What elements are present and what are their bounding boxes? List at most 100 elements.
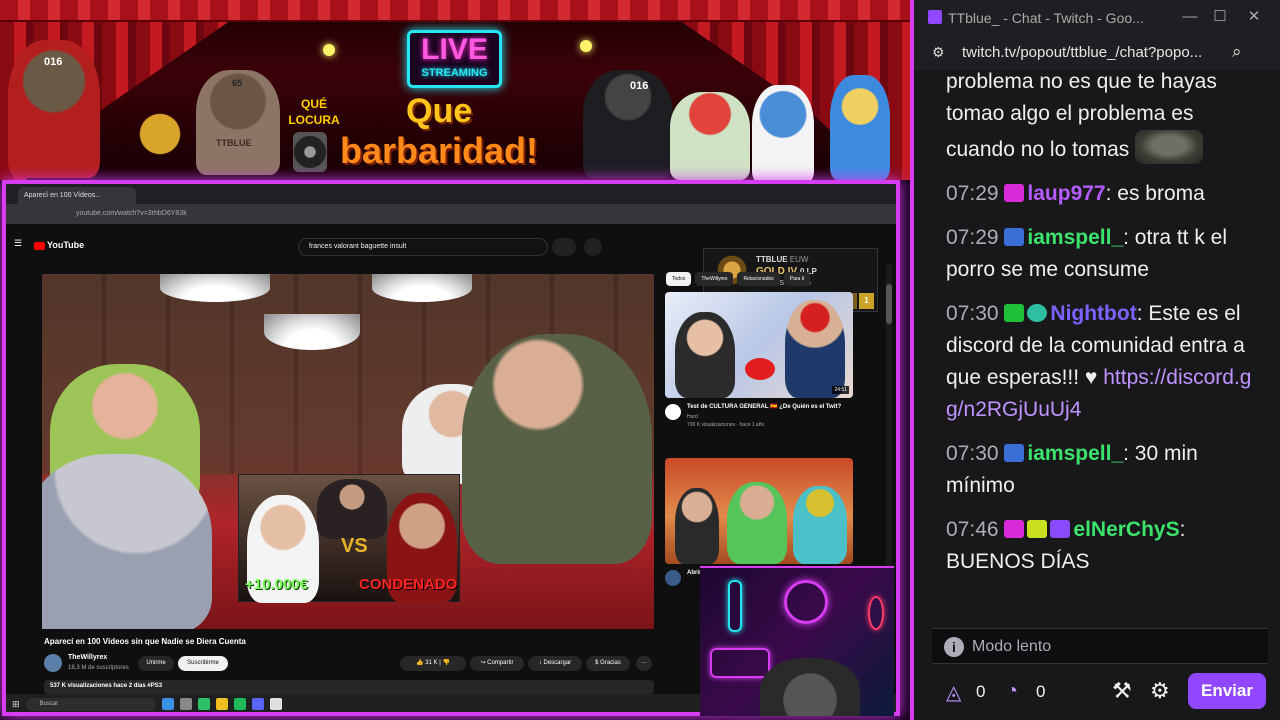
minimize-icon[interactable]: — (1176, 6, 1204, 28)
download-button[interactable]: ↓ Descargar (528, 656, 582, 671)
popup-url[interactable]: twitch.tv/popout/ttblue_/chat?popo... (962, 44, 1202, 61)
taskbar-search[interactable]: Buscar (25, 697, 156, 711)
more-button[interactable]: ··· (636, 656, 652, 671)
video-thumbnail-overlay: +10.000€ VS CONDENADO (238, 474, 460, 603)
chat-input[interactable]: i Modo lento (932, 628, 1268, 664)
video-title: Aparecí en 100 Vídeos sin que Nadie se D… (44, 637, 246, 646)
rec-channel-avatar (665, 404, 681, 420)
username[interactable]: laup977 (1027, 182, 1105, 205)
wheelchair-logo-icon (130, 95, 190, 173)
bot-badge-icon (1027, 304, 1048, 322)
browser-tab[interactable]: Aparecí en 100 Vídeos... (18, 187, 136, 204)
neon-note-icon (868, 596, 884, 630)
subscriber-badge-icon (1004, 520, 1025, 538)
chat-message: problema no es que te hayas tomao algo e… (946, 66, 1266, 166)
slow-mode-placeholder: Modo lento (972, 638, 1052, 655)
moderation-icon[interactable]: ⚒ (1112, 678, 1132, 704)
video-player[interactable]: +10.000€ VS CONDENADO (42, 274, 654, 629)
youtube-search-input[interactable]: frances valorant baguette insult (298, 238, 548, 256)
stream-banner: 016 65 TTBLUE LIVE STREAMING QUÉ LOCURA … (0, 0, 910, 180)
message-time: 07:30 (946, 442, 999, 465)
recommendation-chips: Todos TheWillyrex Relacionados Para ti (666, 272, 811, 286)
bits-icon[interactable]: ◬ (946, 680, 968, 704)
thumb-judge (317, 479, 387, 539)
cat-armor-figure (583, 70, 673, 178)
rank-player-name: TTBLUE EUW (756, 255, 808, 264)
settings-icon[interactable]: ⚙ (1150, 678, 1170, 704)
maximize-icon[interactable]: ☐ (1206, 6, 1234, 28)
menu-icon[interactable]: ☰ (14, 238, 22, 249)
chat-footer: ◬ 0 ◔ 0 ⚒ ⚙ Enviar (914, 668, 1280, 720)
username[interactable]: Nightbot (1050, 302, 1136, 325)
message-time: 07:46 (946, 518, 999, 541)
thumb-person (675, 488, 719, 564)
message-time: 07:30 (946, 302, 999, 325)
browser-tab-strip: Aparecí en 100 Vídeos... (6, 184, 896, 204)
username[interactable]: iamspell_ (1027, 226, 1123, 249)
share-button[interactable]: ↪ Compartir (470, 656, 524, 671)
smurfette-figure (830, 75, 890, 180)
youtube-logo[interactable]: YouTube (34, 240, 84, 250)
thumb-person (793, 486, 847, 564)
channel-subscribers: 18,3 M de suscriptores (68, 665, 129, 671)
task-app-icon[interactable] (179, 698, 192, 710)
spotify-icon[interactable] (233, 698, 246, 710)
zoom-icon[interactable]: ⌕ (1232, 42, 1242, 62)
subscriber-badge-icon (1004, 184, 1025, 202)
youtube-logo-text: YouTube (47, 240, 85, 250)
popup-url-bar: ⚙ twitch.tv/popout/ttblue_/chat?popo... … (914, 34, 1280, 70)
chip-para-ti[interactable]: Para ti (783, 272, 811, 286)
rank-name-text: TTBLUE (756, 255, 788, 264)
message-text: : es broma (1105, 182, 1205, 205)
channel-points-icon[interactable]: ◔ (1006, 680, 1028, 702)
like-icon: 👍 (416, 660, 426, 666)
sparkle-icon (323, 44, 335, 56)
dislike-icon[interactable]: | 👎 (438, 660, 450, 666)
task-app-icon[interactable] (197, 698, 210, 710)
message-time: 07:29 (946, 182, 999, 205)
rec-duration: 24:51 (832, 386, 849, 394)
recommended-thumbnail (665, 458, 853, 564)
prime-badge-icon (1004, 228, 1025, 246)
que-text: Que (406, 92, 473, 130)
send-button[interactable]: Enviar (1188, 673, 1266, 709)
channel-name[interactable]: TheWillyrex (68, 654, 107, 661)
cat-tag-left: 016 (44, 56, 63, 68)
mic-icon[interactable] (584, 238, 602, 256)
stream-view: 016 65 TTBLUE LIVE STREAMING QUÉ LOCURA … (0, 0, 910, 720)
subscribe-button[interactable]: Suscribirme (178, 656, 228, 671)
chip-todos[interactable]: Todos (666, 272, 692, 286)
lamp (264, 314, 360, 350)
windows-start-icon[interactable]: ⊞ (12, 699, 20, 710)
channel-points-count: 0 (1036, 682, 1046, 701)
description-bar[interactable]: 537 K visualizaciones hace 2 días #PS3 (44, 680, 654, 694)
join-button[interactable]: Unirme (138, 656, 174, 671)
recommended-video[interactable]: Abrim (665, 458, 853, 586)
chat-messages: problema no es que te hayas tomao algo e… (946, 66, 1266, 590)
recommended-video[interactable]: 24:51 Test de CULTURA GENERAL 🇪🇸 ¿De Qui… (665, 292, 853, 428)
youtube-play-icon (34, 241, 45, 250)
thanks-button[interactable]: $ Gracias (586, 656, 630, 671)
search-icon[interactable] (552, 238, 576, 256)
scrollbar-thumb[interactable] (886, 284, 892, 324)
webcam-overlay (700, 566, 894, 716)
chip-relacionados[interactable]: Relacionados (737, 272, 780, 286)
task-app-icon[interactable] (161, 698, 174, 710)
barbaridad-text: barbaridad! (340, 130, 539, 171)
channel-avatar[interactable] (44, 654, 62, 672)
sparkle-icon (580, 40, 592, 52)
username[interactable]: elNerChyS (1073, 518, 1179, 541)
rec-channel-avatar (665, 570, 681, 586)
site-settings-icon[interactable]: ⚙ (932, 44, 950, 60)
twitch-chat-window: TTblue_ - Chat - Twitch - Goo... — ☐ ✕ ⚙… (910, 0, 1280, 720)
like-button[interactable]: 👍 31 K | 👎 (400, 656, 466, 671)
close-icon[interactable]: ✕ (1240, 6, 1268, 28)
discord-icon[interactable] (251, 698, 264, 710)
browser-address-bar[interactable]: youtube.com/watch?v=3rhbD6Y83k (6, 204, 896, 224)
thumb-person (675, 312, 735, 398)
task-app-icon[interactable] (269, 698, 282, 710)
thumb-person (785, 300, 845, 398)
chip-thewillyrex[interactable]: TheWillyrex (695, 272, 734, 286)
task-app-icon[interactable] (215, 698, 228, 710)
username[interactable]: iamspell_ (1027, 442, 1123, 465)
